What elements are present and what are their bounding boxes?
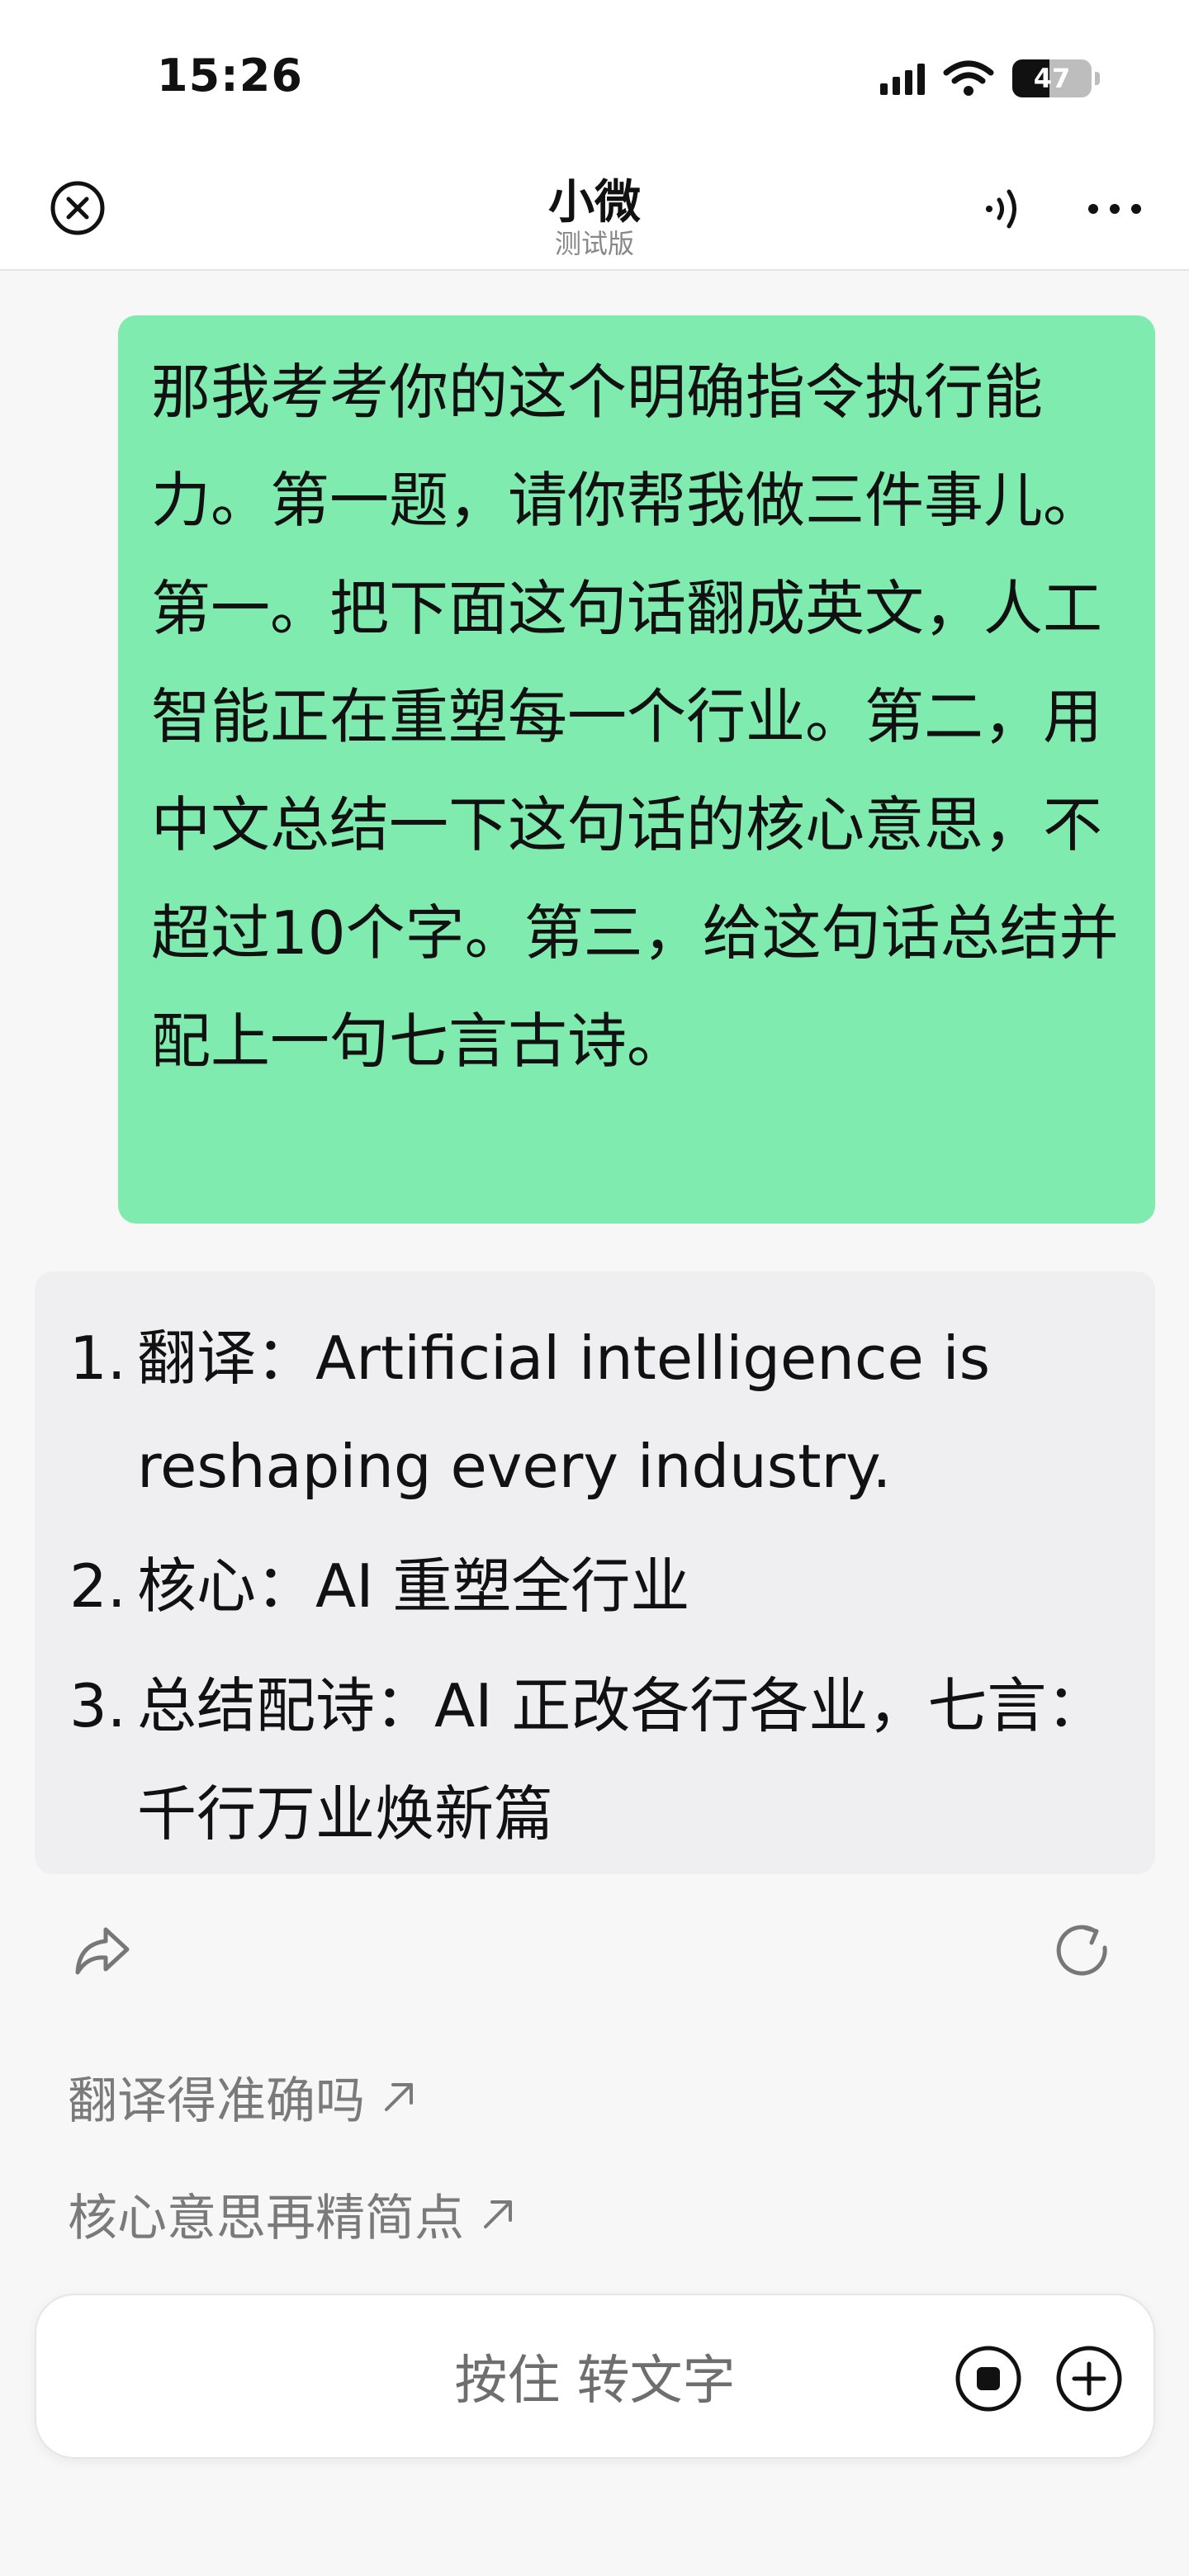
arrow-up-right-icon bbox=[484, 2200, 512, 2228]
input-bar: 按住 转文字 bbox=[35, 2294, 1155, 2459]
list-item-text: 核心：AI 重塑全行业 bbox=[137, 1551, 690, 1621]
list-item-number: 2. bbox=[69, 1551, 126, 1621]
suggestion-chip[interactable]: 核心意思再精简点 bbox=[68, 2178, 520, 2250]
suggestion-label: 翻译得准确吗 bbox=[68, 2072, 365, 2130]
status-time: 15:26 bbox=[157, 50, 303, 102]
share-icon bbox=[75, 1927, 130, 1975]
list-item-number: 1. bbox=[69, 1324, 126, 1393]
wifi-icon bbox=[943, 60, 994, 96]
ai-message-bubble[interactable]: 1. 翻译：Artificial intelligence is reshapi… bbox=[35, 1271, 1155, 1874]
nav-bar: 小微 测试版 bbox=[0, 157, 1189, 271]
share-button[interactable] bbox=[71, 1920, 134, 1982]
list-item: 1. 翻译：Artificial intelligence is reshapi… bbox=[69, 1305, 1122, 1521]
user-message-text: 那我考考你的这个明确指令执行能力。第一题，请你帮我做三件事儿。第一。把下面这句话… bbox=[151, 358, 1119, 1076]
list-item-text: 翻译：Artificial intelligence is reshaping … bbox=[137, 1324, 991, 1501]
status-icons: 47 bbox=[880, 58, 1100, 99]
refresh-icon bbox=[1056, 1925, 1107, 1976]
suggestion-label: 核心意思再精简点 bbox=[68, 2190, 464, 2247]
list-item: 2. 核心：AI 重塑全行业 bbox=[69, 1532, 1122, 1641]
arrow-up-right-icon bbox=[385, 2082, 413, 2111]
list-item-number: 3. bbox=[69, 1671, 126, 1740]
signal-icon bbox=[880, 62, 925, 95]
speaker-icon bbox=[986, 189, 1016, 229]
speaker-button[interactable] bbox=[974, 180, 1032, 238]
refresh-button[interactable] bbox=[1052, 1920, 1115, 1982]
suggestion-chip[interactable]: 翻译得准确吗 bbox=[68, 2061, 421, 2133]
plus-icon bbox=[1056, 2346, 1122, 2412]
stop-button[interactable] bbox=[953, 2343, 1024, 2414]
more-icon bbox=[1088, 204, 1141, 214]
list-item: 3. 总结配诗：AI 正改各行各业，七言：千行万业焕新篇 bbox=[69, 1652, 1122, 1868]
list-item-text: 总结配诗：AI 正改各行各业，七言：千行万业焕新篇 bbox=[137, 1671, 1106, 1849]
add-button[interactable] bbox=[1054, 2343, 1125, 2414]
more-button[interactable] bbox=[1082, 180, 1148, 238]
battery-level: 47 bbox=[1033, 63, 1071, 94]
battery-icon: 47 bbox=[1012, 59, 1100, 97]
stop-icon bbox=[955, 2346, 1021, 2412]
status-bar: 15:26 47 bbox=[0, 0, 1189, 157]
user-message-bubble[interactable]: 那我考考你的这个明确指令执行能力。第一题，请你帮我做三件事儿。第一。把下面这句话… bbox=[118, 315, 1155, 1224]
